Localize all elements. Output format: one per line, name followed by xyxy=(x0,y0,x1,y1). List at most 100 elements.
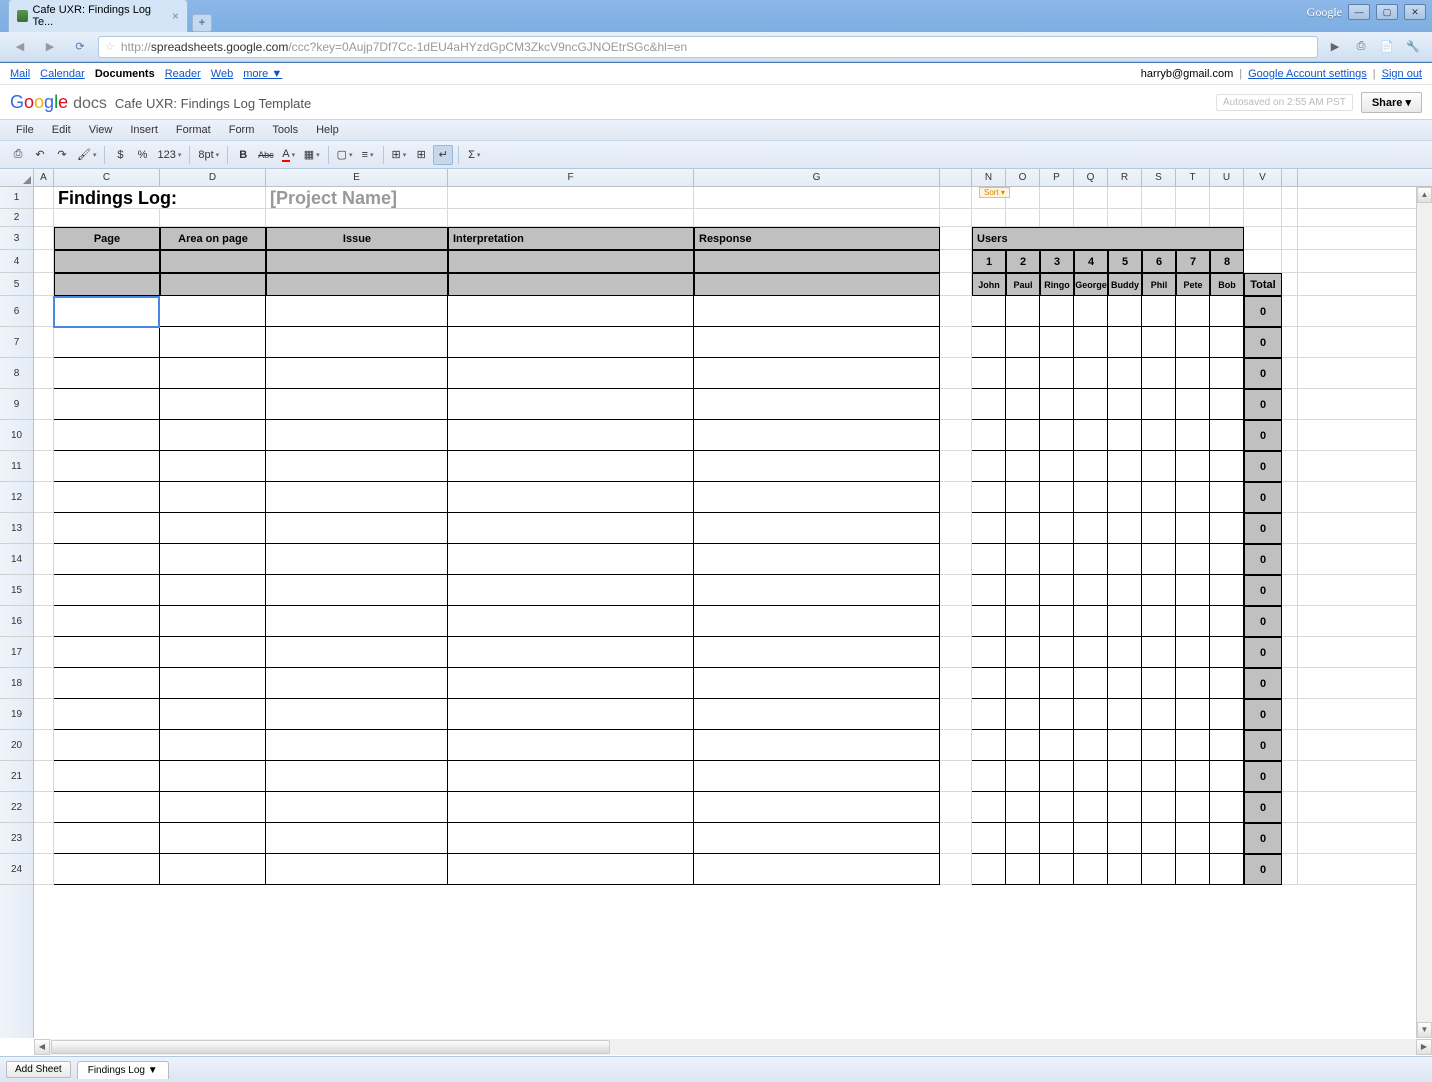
cell[interactable] xyxy=(940,854,972,885)
user-num-7[interactable]: 7 xyxy=(1176,250,1210,273)
share-button[interactable]: Share ▾ xyxy=(1361,92,1422,113)
sort-indicator[interactable]: Sort ▾ xyxy=(979,187,1010,198)
user-cell[interactable] xyxy=(1142,854,1176,885)
total-cell[interactable]: 0 xyxy=(1244,420,1282,451)
cell[interactable] xyxy=(266,273,448,296)
data-cell[interactable] xyxy=(160,420,266,451)
menu-format[interactable]: Format xyxy=(168,121,219,139)
scroll-left-arrow[interactable]: ◀ xyxy=(34,1039,50,1055)
user-cell[interactable] xyxy=(1210,513,1244,544)
cell[interactable] xyxy=(1282,451,1298,482)
user-cell[interactable] xyxy=(1006,544,1040,575)
wrap-button[interactable]: ⊞ xyxy=(411,145,431,165)
number-format-button[interactable]: 123 xyxy=(154,145,184,165)
user-cell[interactable] xyxy=(1176,544,1210,575)
cell[interactable] xyxy=(448,209,694,227)
cell[interactable] xyxy=(694,273,940,296)
cell[interactable] xyxy=(34,420,54,451)
data-cell[interactable] xyxy=(448,513,694,544)
user-cell[interactable] xyxy=(1142,482,1176,513)
user-cell[interactable] xyxy=(972,699,1006,730)
user-cell[interactable] xyxy=(1006,296,1040,327)
cell[interactable] xyxy=(1282,730,1298,761)
user-num-2[interactable]: 2 xyxy=(1006,250,1040,273)
user-cell[interactable] xyxy=(1074,420,1108,451)
cell[interactable] xyxy=(1282,761,1298,792)
row-header-23[interactable]: 23 xyxy=(0,823,33,854)
user-cell[interactable] xyxy=(1176,699,1210,730)
cell[interactable] xyxy=(266,250,448,273)
user-cell[interactable] xyxy=(1006,699,1040,730)
user-cell[interactable] xyxy=(1142,823,1176,854)
data-cell[interactable] xyxy=(160,637,266,668)
cell[interactable] xyxy=(1142,187,1176,209)
minimize-button[interactable]: — xyxy=(1348,4,1370,20)
data-cell[interactable] xyxy=(160,327,266,358)
data-cell[interactable] xyxy=(448,544,694,575)
data-cell[interactable] xyxy=(448,482,694,513)
cell-a1[interactable] xyxy=(34,187,54,209)
cell[interactable] xyxy=(940,575,972,606)
print-button[interactable]: ⎙ xyxy=(8,145,28,165)
user-cell[interactable] xyxy=(1176,482,1210,513)
header-area[interactable]: Area on page xyxy=(160,227,266,250)
total-cell[interactable]: 0 xyxy=(1244,544,1282,575)
user-cell[interactable] xyxy=(1074,513,1108,544)
align-button[interactable]: ≡ xyxy=(358,145,378,165)
data-cell[interactable] xyxy=(694,606,940,637)
cell[interactable] xyxy=(1176,209,1210,227)
col-header-R[interactable]: R xyxy=(1108,169,1142,186)
user-cell[interactable] xyxy=(1006,327,1040,358)
cell[interactable] xyxy=(1282,823,1298,854)
scroll-right-arrow[interactable]: ▶ xyxy=(1416,1039,1432,1055)
cell[interactable] xyxy=(34,296,54,327)
grid[interactable]: Sort ▾ Findings Log:[Project Name]PageAr… xyxy=(34,187,1416,1038)
user-cell[interactable] xyxy=(1210,544,1244,575)
data-cell[interactable] xyxy=(694,575,940,606)
horizontal-scrollbar[interactable]: ◀ ▶ xyxy=(34,1039,1432,1055)
user-cell[interactable] xyxy=(972,358,1006,389)
user-cell[interactable] xyxy=(1108,699,1142,730)
cell[interactable] xyxy=(940,637,972,668)
cell[interactable] xyxy=(34,451,54,482)
user-cell[interactable] xyxy=(972,792,1006,823)
cell[interactable] xyxy=(1210,209,1244,227)
data-cell[interactable] xyxy=(694,513,940,544)
data-cell[interactable] xyxy=(694,637,940,668)
cell[interactable] xyxy=(1074,209,1108,227)
user-cell[interactable] xyxy=(1210,296,1244,327)
cell[interactable] xyxy=(1282,389,1298,420)
user-cell[interactable] xyxy=(1142,358,1176,389)
total-cell[interactable]: 0 xyxy=(1244,296,1282,327)
cell[interactable] xyxy=(1244,250,1282,273)
data-cell[interactable] xyxy=(266,730,448,761)
user-cell[interactable] xyxy=(1040,389,1074,420)
cell[interactable] xyxy=(34,854,54,885)
data-cell[interactable] xyxy=(694,358,940,389)
data-cell[interactable] xyxy=(266,327,448,358)
cell[interactable] xyxy=(940,730,972,761)
cell[interactable] xyxy=(1282,513,1298,544)
data-cell[interactable] xyxy=(694,451,940,482)
data-cell[interactable] xyxy=(266,296,448,327)
data-cell[interactable] xyxy=(448,854,694,885)
user-cell[interactable] xyxy=(1074,327,1108,358)
data-cell[interactable] xyxy=(266,544,448,575)
user-cell[interactable] xyxy=(1040,358,1074,389)
user-cell[interactable] xyxy=(972,730,1006,761)
cell[interactable] xyxy=(266,209,448,227)
cell[interactable] xyxy=(1282,250,1298,273)
cell[interactable] xyxy=(34,761,54,792)
col-header-E[interactable]: E xyxy=(266,169,448,186)
title-cell[interactable]: Findings Log: xyxy=(54,187,266,209)
data-cell[interactable] xyxy=(448,637,694,668)
cell[interactable] xyxy=(940,606,972,637)
data-cell[interactable] xyxy=(694,730,940,761)
maximize-button[interactable]: ▢ xyxy=(1376,4,1398,20)
cell[interactable] xyxy=(448,187,694,209)
percent-button[interactable]: % xyxy=(132,145,152,165)
browser-tab[interactable]: Cafe UXR: Findings Log Te... × xyxy=(8,0,188,32)
user-cell[interactable] xyxy=(1210,854,1244,885)
cell[interactable] xyxy=(34,575,54,606)
cell[interactable] xyxy=(694,187,940,209)
